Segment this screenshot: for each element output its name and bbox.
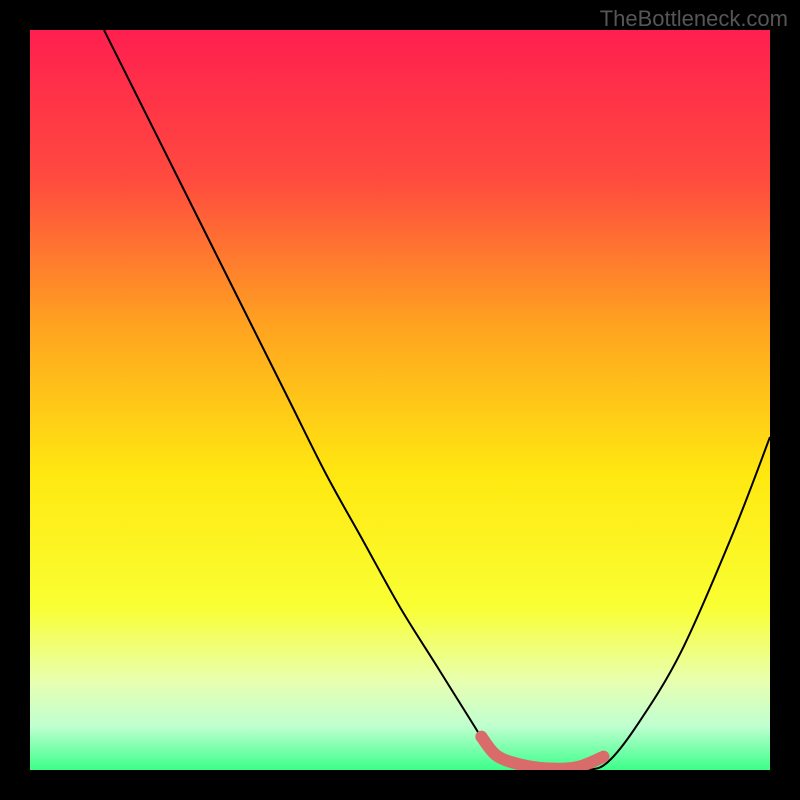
optimal-range-highlight: [30, 30, 770, 770]
watermark-text: TheBottleneck.com: [600, 6, 788, 32]
plot-area: [30, 30, 770, 770]
chart-container: TheBottleneck.com: [0, 0, 800, 800]
